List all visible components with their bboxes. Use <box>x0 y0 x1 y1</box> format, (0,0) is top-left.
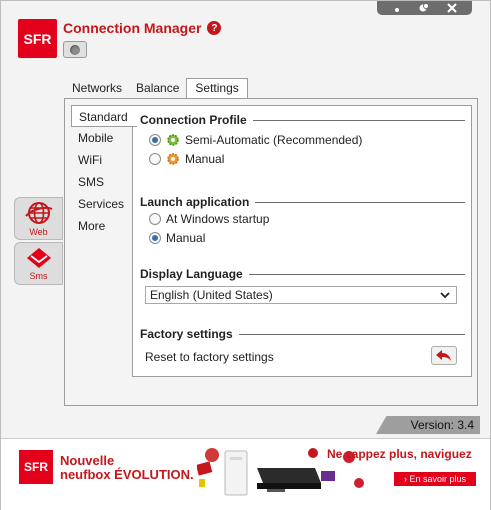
tab-networks[interactable]: Networks <box>65 78 129 99</box>
web-button[interactable]: Web <box>14 197 63 240</box>
ad-slogan: Ne zappez plus, naviguez <box>327 447 472 461</box>
standard-settings-panel: Connection Profile Semi-Automatic (Recom… <box>132 105 472 377</box>
sms-button-label: Sms <box>29 271 48 281</box>
nav-item-services[interactable]: Services <box>71 193 135 215</box>
launch-startup-option[interactable]: At Windows startup <box>149 212 269 226</box>
web-button-label: Web <box>29 227 48 237</box>
launch-manual-option[interactable]: Manual <box>149 231 205 245</box>
nav-item-wifi[interactable]: WiFi <box>71 149 135 171</box>
profile-semi-automatic-radio[interactable] <box>149 134 161 146</box>
language-select-value: English (United States) <box>150 288 273 302</box>
language-select[interactable]: English (United States) <box>145 286 457 304</box>
ad-learn-more-button[interactable]: › En savoir plus <box>394 472 476 486</box>
profile-manual-option[interactable]: Manual <box>149 152 224 166</box>
sfr-logo: SFR <box>18 19 57 58</box>
sms-button[interactable]: Sms <box>14 242 63 285</box>
launch-startup-label: At Windows startup <box>166 212 270 226</box>
main-tabs: Networks Balance Settings <box>65 77 248 100</box>
envelope-icon <box>26 248 51 268</box>
restore-icon[interactable] <box>415 2 433 14</box>
green-gear-icon <box>167 134 179 146</box>
version-label: Version: 3.4 <box>376 416 480 434</box>
profile-manual-radio[interactable] <box>149 153 161 165</box>
profile-manual-label: Manual <box>185 152 225 166</box>
advertisement-banner[interactable]: SFR Nouvelle neufbox ÉVOLUTION. Ne zappe… <box>1 438 490 510</box>
chevron-down-icon <box>440 291 450 298</box>
launch-manual-label: Manual <box>166 231 206 245</box>
toggle-knob-icon <box>70 44 80 55</box>
reset-factory-button[interactable] <box>431 346 457 365</box>
reset-factory-label: Reset to factory settings <box>145 350 274 364</box>
profile-semi-automatic-label: Semi-Automatic (Recommended) <box>185 133 363 147</box>
nav-item-sms[interactable]: SMS <box>71 171 135 193</box>
display-language-heading: Display Language <box>140 267 465 281</box>
help-icon[interactable]: ? <box>207 21 222 35</box>
window-controls <box>377 1 472 15</box>
undo-arrow-icon <box>436 350 451 361</box>
minimize-icon[interactable] <box>388 2 406 14</box>
settings-content: Standard Mobile WiFi SMS Services More C… <box>64 98 478 406</box>
connection-profile-heading: Connection Profile <box>140 113 465 127</box>
launch-manual-radio[interactable] <box>149 232 161 244</box>
launch-startup-radio[interactable] <box>149 213 161 225</box>
nav-item-more[interactable]: More <box>71 215 135 237</box>
settings-side-nav: Standard Mobile WiFi SMS Services More <box>71 105 137 237</box>
tab-balance[interactable]: Balance <box>129 78 186 99</box>
app-title-bar: Connection Manager ? <box>63 20 222 36</box>
profile-semi-automatic-option[interactable]: Semi-Automatic (Recommended) <box>149 133 362 147</box>
nav-item-mobile[interactable]: Mobile <box>71 127 135 149</box>
close-icon[interactable] <box>443 2 461 14</box>
app-title: Connection Manager <box>63 20 202 36</box>
ad-sfr-logo: SFR <box>19 450 53 484</box>
launch-application-heading: Launch application <box>140 195 465 209</box>
globe-icon <box>24 202 52 224</box>
orange-gear-icon <box>167 153 179 165</box>
app-window: SFR Connection Manager ? Networks Balanc… <box>0 0 491 510</box>
factory-settings-heading: Factory settings <box>140 327 465 341</box>
ad-title: Nouvelle neufbox ÉVOLUTION. <box>60 453 194 482</box>
tab-settings[interactable]: Settings <box>186 78 248 100</box>
connection-toggle-button[interactable] <box>63 41 87 58</box>
nav-item-standard[interactable]: Standard <box>71 105 137 127</box>
